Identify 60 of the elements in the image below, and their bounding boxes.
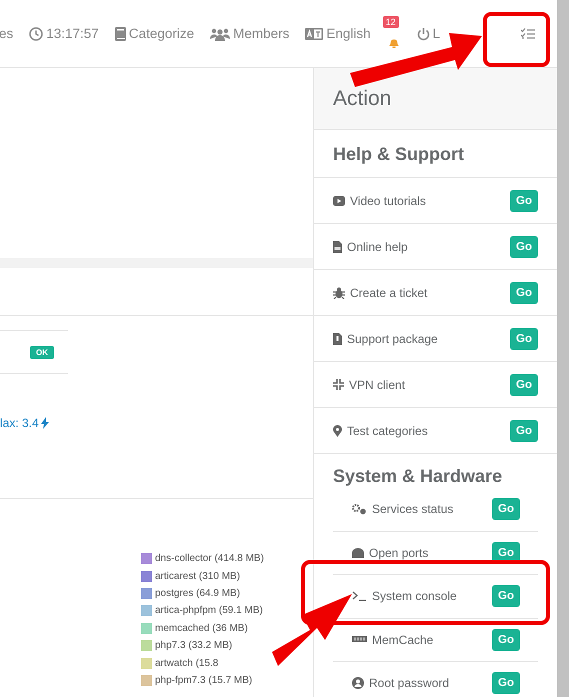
nav-item[interactable]: 13:17:57 [21,26,107,41]
nav-item[interactable]: Categorize [106,26,202,41]
go-button[interactable]: Go [492,585,520,608]
nav-item[interactable]: English [297,26,379,41]
pin-icon [333,424,342,436]
go-button[interactable]: Go [510,236,538,258]
panel-title: Action [314,68,557,130]
document-icon [333,240,342,252]
checklist-icon[interactable] [521,28,535,39]
nav-item[interactable]: L [408,26,448,41]
users-icon [210,26,230,40]
memory-icon [352,635,367,644]
go-button[interactable]: Go [510,282,538,304]
section-title: System & Hardware [332,465,504,488]
action-label: Video tutorials [333,194,510,208]
legend-label: php7.3 (33.2 MB) [155,640,232,652]
bolt-icon [40,417,49,429]
action-label: System console [352,589,492,604]
go-button[interactable]: Go [510,374,538,396]
legend-label: artica-phpfpm (59.1 MB) [155,605,263,616]
action-label: Root password [352,676,492,690]
go-button[interactable]: Go [510,420,538,442]
action-label: Online help [333,240,510,254]
action-label: Test categories [333,424,510,438]
notification-count: 12 [382,16,399,28]
clock-icon [29,26,44,40]
nav-item[interactable]: Members [202,26,298,41]
status-badge: OK [30,346,54,358]
terminal-icon [352,591,367,602]
highlight-frame [483,12,550,67]
go-button[interactable]: Go [510,190,538,212]
language-icon [305,28,324,40]
go-button[interactable]: Go [492,498,520,520]
user-icon [352,677,364,690]
legend-label: postgres (64.9 MB) [155,588,240,599]
bell-icon[interactable] [386,38,401,48]
action-label: Services status [352,502,492,516]
file-icon [333,332,342,344]
action-label: Open ports [352,546,492,560]
scrollbar[interactable] [557,0,569,697]
go-button[interactable]: Go [492,672,520,694]
compress-icon [333,379,344,390]
bug-icon [333,286,345,298]
go-button[interactable]: Go [510,328,538,350]
action-label: MemCache [352,632,492,647]
video-icon [333,196,345,206]
go-button[interactable]: Go [492,628,520,651]
legend-label: php-fpm7.3 (15.7 MB) [155,674,252,686]
power-icon [416,26,430,40]
legend-label: memcached (36 MB) [155,622,248,634]
section-title: Help & Support [332,143,465,166]
legend-label: articarest (310 MB) [155,570,240,582]
action-label: Support package [333,332,510,346]
max-value: lax: 3.4 [0,416,39,430]
action-label: VPN client [333,378,510,392]
legend-label: artwatch (15.8 [155,658,218,669]
gears-icon [352,504,367,515]
book-icon [114,26,126,40]
legend-label: dns-collector (414.8 MB) [155,553,264,564]
action-label: Create a ticket [333,286,510,300]
